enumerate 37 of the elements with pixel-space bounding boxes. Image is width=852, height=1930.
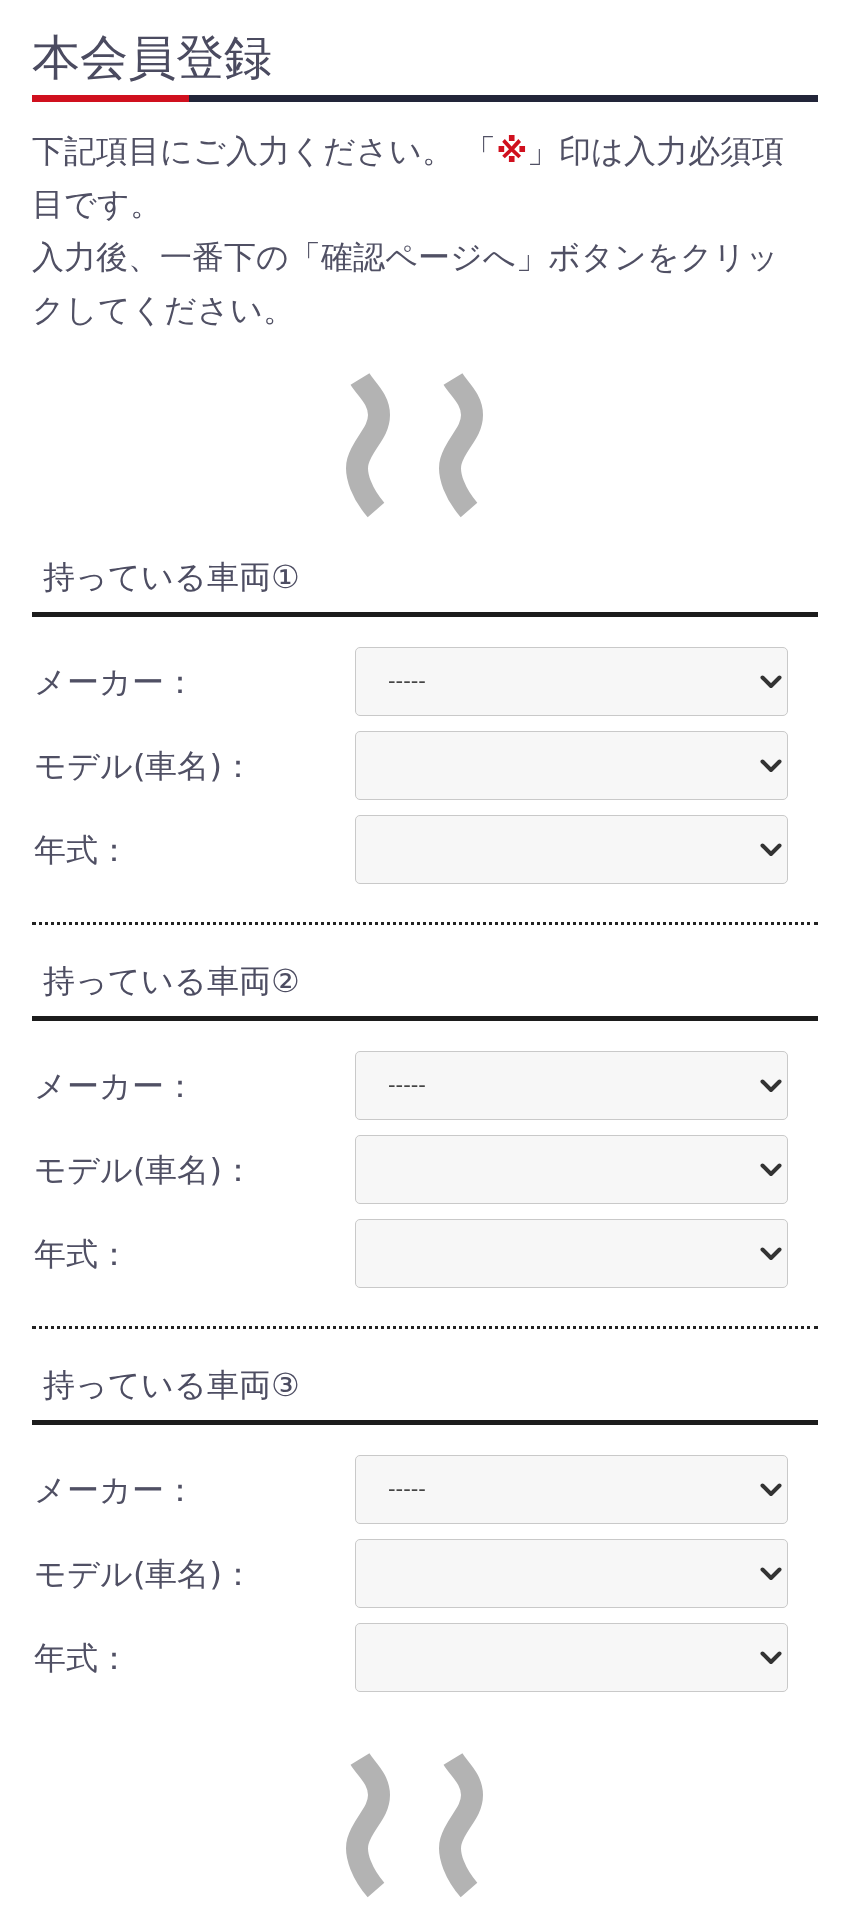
dropdown-field[interactable]: [355, 1623, 788, 1692]
field-label: メーカー：: [33, 1469, 197, 1510]
dropdown-field[interactable]: [355, 1135, 788, 1204]
wavy-line-icon: [343, 1753, 393, 1899]
dropdown-field[interactable]: [355, 815, 788, 884]
dropdown-field[interactable]: [355, 1219, 788, 1288]
chevron-down-icon: [760, 758, 782, 773]
instruction-text: 下記項目にご入力ください。 「※」印は入力必須項目です。: [32, 131, 786, 225]
chevron-down-icon: [760, 1246, 782, 1261]
chevron-down-icon: [760, 842, 782, 857]
dropdown-field[interactable]: -----: [355, 1455, 788, 1524]
chevron-down-icon: [760, 1078, 782, 1093]
chevron-down-icon: [760, 1482, 782, 1497]
wavy-line-icon: [343, 373, 393, 519]
dropdown-field[interactable]: [355, 731, 788, 800]
dropdown-field[interactable]: [355, 1539, 788, 1608]
chevron-down-icon: [760, 674, 782, 689]
instruction-text: 入力後、一番下の「確認ページへ」ボタンをクリックしてください。: [32, 237, 780, 331]
section-heading: 持っている車両③: [32, 1366, 818, 1425]
field-label: モデル(車名)：: [33, 745, 255, 786]
field-label: メーカー：: [33, 661, 197, 702]
chevron-down-icon: [760, 1566, 782, 1581]
field-label: モデル(車名)：: [33, 1553, 255, 1594]
chevron-down-icon: [760, 1650, 782, 1665]
wavy-line-icon: [436, 1753, 486, 1899]
field-label: メーカー：: [33, 1065, 197, 1106]
dropdown-field[interactable]: -----: [355, 647, 788, 716]
field-label: 年式：: [33, 829, 131, 870]
field-label: 年式：: [33, 1637, 131, 1678]
section-heading: 持っている車両②: [32, 962, 818, 1021]
field-label: モデル(車名)：: [33, 1149, 255, 1190]
field-label: 年式：: [33, 1233, 131, 1274]
chevron-down-icon: [760, 1162, 782, 1177]
page-title: 本会員登録: [32, 28, 273, 86]
section-heading: 持っている車両①: [32, 558, 818, 617]
dropdown-field[interactable]: -----: [355, 1051, 788, 1120]
wavy-line-icon: [436, 373, 486, 519]
